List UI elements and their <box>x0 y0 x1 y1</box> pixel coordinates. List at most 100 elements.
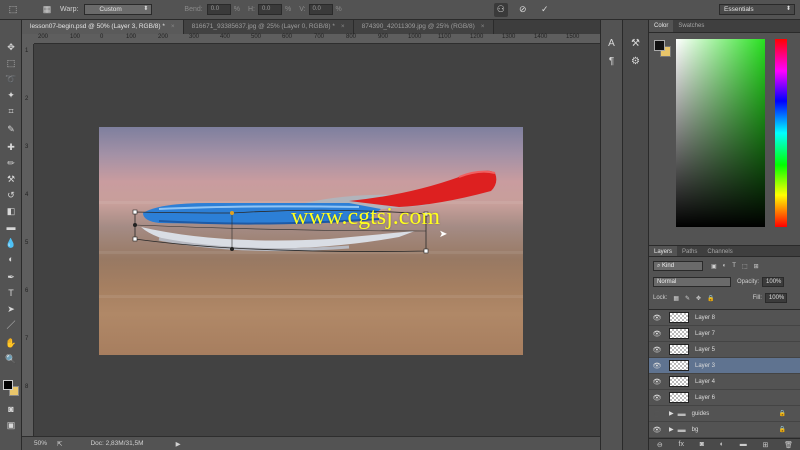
tab-swatches[interactable]: Swatches <box>673 20 709 32</box>
filter-smart-icon[interactable]: ⊞ <box>754 263 759 270</box>
cancel-transform-icon[interactable]: ⊘ <box>516 3 530 17</box>
transform-tool-icon[interactable]: ⬚ <box>6 3 20 17</box>
doc-tab-lesson07[interactable]: lesson07-begin.psd @ 50% (Layer 3, RGB/8… <box>22 20 184 34</box>
tab-color[interactable]: Color <box>649 20 674 32</box>
add-mask-icon[interactable]: ◙ <box>700 441 704 448</box>
visibility-eye-icon[interactable]: 👁 <box>649 314 665 322</box>
fill-field[interactable]: 100% <box>764 293 787 303</box>
type-tool-icon[interactable]: T <box>3 286 19 300</box>
layer-name: Layer 5 <box>695 346 716 353</box>
workspace-select[interactable]: Essentials <box>719 4 795 15</box>
blend-mode-select[interactable]: Normal <box>653 277 731 287</box>
filter-shape-icon[interactable]: ⬚ <box>742 263 748 270</box>
path-selection-tool-icon[interactable]: ➤ <box>3 302 19 316</box>
screen-mode-icon[interactable]: ▣ <box>3 418 19 432</box>
filter-type-icon[interactable]: T <box>732 263 736 269</box>
zoom-tool-icon[interactable]: 🔍 <box>3 352 19 366</box>
status-menu-arrow-icon[interactable]: ▶ <box>176 440 181 448</box>
quick-mask-icon[interactable]: ◙ <box>3 402 19 416</box>
adjustments-icon[interactable]: ⚙ <box>623 56 648 67</box>
close-tab-icon[interactable]: × <box>481 23 485 30</box>
move-tool-icon[interactable]: ✥ <box>3 40 19 54</box>
lock-paint-icon[interactable]: ✎ <box>685 295 690 302</box>
doc-tab-874390[interactable]: 874390_42011309.jpg @ 25% (RGB/8) × <box>353 20 494 34</box>
ruler-tick: 1500 <box>566 34 580 40</box>
close-tab-icon[interactable]: × <box>171 23 175 30</box>
bend-field[interactable]: 0.0 <box>206 4 231 15</box>
puppet-warp-icon[interactable]: ⚇ <box>493 2 508 17</box>
opacity-field[interactable]: 100% <box>762 277 785 287</box>
new-layer-icon[interactable]: ⊞ <box>763 441 769 449</box>
horizontal-ruler[interactable]: 200 100 0 100 200 300 400 500 600 700 80… <box>34 34 600 44</box>
h-field[interactable]: 0.0 <box>257 4 282 15</box>
document-canvas[interactable]: www.cgtsj.com ➤ <box>99 127 523 355</box>
healing-brush-tool-icon[interactable]: ✚ <box>3 140 19 154</box>
filter-pixel-icon[interactable]: ▣ <box>711 263 717 270</box>
gradient-tool-icon[interactable]: ▬ <box>3 220 19 234</box>
layer-row-layer-8[interactable]: 👁 Layer 8 <box>649 310 800 326</box>
eraser-tool-icon[interactable]: ◧ <box>3 204 19 218</box>
shape-tool-icon[interactable]: ／ <box>3 318 19 332</box>
tab-layers[interactable]: Layers <box>649 246 678 256</box>
lock-position-icon[interactable]: ✥ <box>696 295 701 302</box>
kind-filter-select[interactable]: ⌕ Kind <box>653 261 703 271</box>
new-group-icon[interactable]: ▬ <box>740 441 747 448</box>
lock-all-icon[interactable]: 🔒 <box>707 295 714 302</box>
hue-slider[interactable] <box>775 39 787 227</box>
marquee-tool-icon[interactable]: ⬚ <box>3 56 19 70</box>
eyedropper-tool-icon[interactable]: ✎ <box>3 122 19 136</box>
pen-tool-icon[interactable]: ✒ <box>3 270 19 284</box>
visibility-eye-icon[interactable]: 👁 <box>649 346 665 354</box>
commit-transform-icon[interactable]: ✓ <box>538 3 552 17</box>
link-layers-icon[interactable]: ⊖ <box>657 441 663 449</box>
crop-tool-icon[interactable]: ⌗ <box>3 104 19 118</box>
lasso-tool-icon[interactable]: ➰ <box>3 72 19 86</box>
clone-stamp-tool-icon[interactable]: ⚒ <box>3 172 19 186</box>
foreground-color-swatch[interactable] <box>3 380 13 390</box>
brush-tool-icon[interactable]: ✏ <box>3 156 19 170</box>
visibility-eye-icon[interactable]: 👁 <box>649 362 665 370</box>
visibility-eye-icon[interactable]: 👁 <box>649 330 665 338</box>
warp-style-select[interactable]: Custom <box>84 4 153 15</box>
layer-row-layer-7[interactable]: 👁 Layer 7 <box>649 326 800 342</box>
folder-icon: ▬ <box>677 409 686 418</box>
layer-row-guides[interactable]: ▢ ▶ ▬ guides 🔒 <box>649 406 800 422</box>
lock-transparent-icon[interactable]: ▦ <box>673 295 679 302</box>
dodge-tool-icon[interactable]: ◐ <box>3 252 19 266</box>
zoom-level[interactable]: 50% <box>34 440 47 447</box>
doc-tab-816671[interactable]: 816671_93385637.jpg @ 25% (Layer 0, RGB/… <box>183 20 354 34</box>
group-expand-arrow-icon[interactable]: ▶ <box>669 410 674 417</box>
hand-tool-icon[interactable]: ✋ <box>3 336 19 350</box>
ruler-tick: 8 <box>25 384 29 390</box>
group-expand-arrow-icon[interactable]: ▶ <box>669 426 674 433</box>
paragraph-panel-icon[interactable]: ¶ <box>601 56 622 67</box>
magic-wand-tool-icon[interactable]: ✦ <box>3 88 19 102</box>
character-panel-icon[interactable]: A <box>601 38 622 49</box>
visibility-off-box[interactable]: ▢ <box>649 410 665 418</box>
history-brush-tool-icon[interactable]: ↺ <box>3 188 19 202</box>
color-fg-swatch[interactable] <box>654 40 665 51</box>
vertical-ruler[interactable]: 1 2 3 4 5 6 7 8 <box>22 44 34 436</box>
new-adjustment-icon[interactable]: ◐ <box>720 441 724 448</box>
delete-layer-icon[interactable]: 🗑 <box>784 441 793 449</box>
tab-paths[interactable]: Paths <box>677 246 702 256</box>
close-tab-icon[interactable]: × <box>341 23 345 30</box>
filter-adjustment-icon[interactable]: ◐ <box>723 263 727 269</box>
warp-grid-icon[interactable]: ▦ <box>40 3 54 17</box>
visibility-eye-icon[interactable]: 👁 <box>649 426 665 434</box>
layer-row-layer-5[interactable]: 👁 Layer 5 <box>649 342 800 358</box>
layer-row-layer-4[interactable]: 👁 Layer 4 <box>649 374 800 390</box>
tab-channels[interactable]: Channels <box>702 246 737 256</box>
ruler-corner[interactable] <box>22 34 34 44</box>
visibility-eye-icon[interactable]: 👁 <box>649 394 665 402</box>
blur-tool-icon[interactable]: 💧 <box>3 236 19 250</box>
v-field[interactable]: 0.0 <box>308 4 333 15</box>
layer-style-icon[interactable]: fx <box>679 441 684 448</box>
layer-row-bg[interactable]: 👁 ▶ ▬ bg 🔒 <box>649 422 800 438</box>
tool-presets-icon[interactable]: ⚒ <box>623 38 648 49</box>
visibility-eye-icon[interactable]: 👁 <box>649 378 665 386</box>
export-icon[interactable]: ⇱ <box>57 440 62 448</box>
layer-row-layer-6[interactable]: 👁 Layer 6 <box>649 390 800 406</box>
color-field[interactable] <box>676 39 765 227</box>
layer-row-layer-3[interactable]: 👁 Layer 3 <box>649 358 800 374</box>
